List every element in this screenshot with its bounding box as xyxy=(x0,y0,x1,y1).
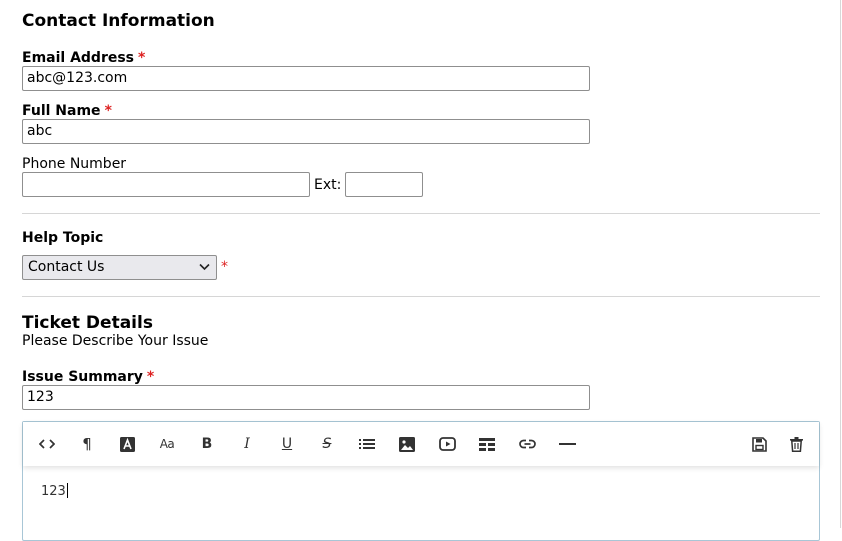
fullname-field[interactable]: abc xyxy=(22,119,590,144)
delete-draft-button[interactable] xyxy=(785,433,807,455)
issue-summary-label: Issue Summary * xyxy=(22,369,154,385)
required-marker: * xyxy=(146,369,155,385)
chevron-down-icon xyxy=(199,263,210,271)
save-draft-icon xyxy=(751,436,767,452)
editor-content-text: 123 xyxy=(41,484,66,499)
insert-video-button[interactable] xyxy=(436,433,458,455)
fullname-label-text: Full Name xyxy=(22,103,101,119)
ticket-subtitle: Please Describe Your Issue xyxy=(22,333,209,349)
underline-button[interactable]: U xyxy=(276,433,298,455)
delete-draft-icon xyxy=(789,436,803,452)
save-draft-button[interactable] xyxy=(748,433,770,455)
code-view-icon xyxy=(39,439,55,449)
email-field[interactable]: abc@123.com xyxy=(22,66,590,91)
horizontal-rule-button[interactable] xyxy=(556,433,578,455)
help-topic-label: Help Topic xyxy=(22,230,104,246)
section-divider xyxy=(22,296,820,297)
bold-icon: B xyxy=(201,436,213,452)
unordered-list-icon xyxy=(359,439,375,449)
insert-link-icon xyxy=(518,439,536,449)
insert-link-button[interactable] xyxy=(516,433,538,455)
insert-video-icon xyxy=(438,437,456,451)
contact-section-title: Contact Information xyxy=(22,11,215,31)
issue-summary-field[interactable]: 123 xyxy=(22,385,590,410)
horizontal-rule-icon xyxy=(558,443,576,445)
strikethrough-button[interactable]: S xyxy=(316,433,338,455)
text-color-button[interactable] xyxy=(116,433,138,455)
help-topic-select[interactable]: Contact Us xyxy=(22,255,217,280)
required-marker: * xyxy=(104,103,112,119)
page-right-border xyxy=(840,0,841,528)
editor-content[interactable]: 123 xyxy=(41,483,68,499)
font-size-button[interactable]: Aa xyxy=(156,433,178,455)
paragraph-format-button[interactable]: ¶ xyxy=(76,433,98,455)
paragraph-format-icon: ¶ xyxy=(82,435,92,453)
font-size-icon: Aa xyxy=(159,437,175,451)
italic-icon: I xyxy=(244,436,250,452)
email-label: Email Address * xyxy=(22,50,145,66)
strikethrough-icon: S xyxy=(322,436,332,452)
issue-details-editor[interactable]: ¶ Aa B I U S 123 xyxy=(22,421,820,541)
text-color-icon xyxy=(119,436,135,452)
bold-button[interactable]: B xyxy=(196,433,218,455)
ext-label: Ext: xyxy=(314,177,342,193)
fullname-label: Full Name * xyxy=(22,103,112,119)
insert-table-icon xyxy=(479,437,495,451)
insert-image-button[interactable] xyxy=(396,433,418,455)
unordered-list-button[interactable] xyxy=(356,433,378,455)
code-view-button[interactable] xyxy=(36,433,58,455)
issue-summary-label-text: Issue Summary xyxy=(22,369,143,385)
ext-field[interactable] xyxy=(345,172,423,197)
underline-icon: U xyxy=(281,436,293,452)
text-caret xyxy=(66,483,68,498)
phone-field[interactable] xyxy=(22,172,310,197)
ticket-section-title: Ticket Details xyxy=(22,313,153,333)
insert-image-icon xyxy=(399,436,415,452)
editor-toolbar: ¶ Aa B I U S xyxy=(23,422,819,466)
section-divider xyxy=(22,213,820,214)
italic-button[interactable]: I xyxy=(236,433,258,455)
required-marker: * xyxy=(138,50,146,66)
required-marker: * xyxy=(221,259,228,275)
insert-table-button[interactable] xyxy=(476,433,498,455)
help-topic-selected: Contact Us xyxy=(28,259,105,275)
email-label-text: Email Address xyxy=(22,50,135,66)
phone-label: Phone Number xyxy=(22,156,127,172)
